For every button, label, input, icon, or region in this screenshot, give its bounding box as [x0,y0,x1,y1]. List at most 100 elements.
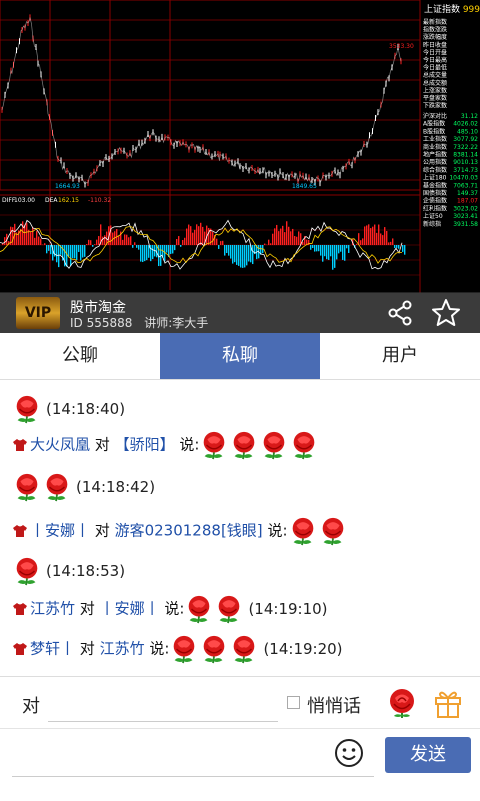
rose-icon [229,634,259,664]
macd-bar [30,231,31,245]
macd-bar [404,245,405,255]
low-label-2: 1849.65 [292,183,317,190]
to-word: 对 [95,522,110,540]
macd-bar [138,245,139,250]
rose-icon[interactable] [386,687,418,719]
macd-bar [136,245,137,248]
side-menu-item: 今日最低 [423,64,447,72]
macd-bar [280,229,281,245]
target-name[interactable]: 游客02301288[钱眼] [115,522,263,540]
sender-name[interactable]: 丨安娜丨 [30,522,90,540]
macd-bar [94,244,95,245]
macd-bar [70,245,71,266]
macd-bar [82,245,83,258]
macd-bar [274,228,275,245]
macd-bar [282,226,283,245]
recipient-input[interactable] [48,693,278,722]
target-name[interactable]: 丨安娜丨 [100,600,160,618]
macd-bar [186,229,187,245]
sender-name[interactable]: 江苏竹 [30,600,75,618]
side-menu-item: 平盘家数 [423,94,447,102]
say-word: 说: [164,600,184,618]
side-stat-label: 沪深对比 [423,112,447,120]
macd-bar [278,231,279,245]
macd-bar [222,241,223,245]
macd-bar [176,239,177,245]
macd-bar [220,241,221,245]
tab-private-chat[interactable]: 私聊 [160,333,320,379]
side-stat-value: 485.10 [457,128,478,135]
whisper-checkbox[interactable] [287,696,300,709]
side-menu-item: 今日最高 [423,56,447,64]
side-menu-item: 最新指数 [423,18,447,26]
macd-bar [184,238,185,245]
index-value: 999 [463,5,480,15]
macd-bar [336,245,337,259]
indicator-label: DEA [45,197,58,204]
side-stat-label: 新综指 [423,220,441,228]
macd-bar [128,237,129,245]
macd-bar [192,233,193,245]
sender-name[interactable]: 梦轩丨 [30,640,75,658]
macd-bar [252,245,253,264]
side-stat-value: 187.07 [457,198,478,205]
to-word: 对 [80,600,95,618]
macd-bar [104,235,105,245]
macd-bar [202,227,203,245]
target-name[interactable]: 【骄阳】 [115,436,175,454]
macd-bar [40,239,41,245]
room-id: ID 555888 [70,316,132,330]
target-name[interactable]: 江苏竹 [100,640,145,658]
macd-bar [224,245,225,256]
indicator-value: -110.32 [88,197,111,204]
macd-bar [234,245,235,262]
macd-bar [390,242,391,245]
macd-bar [334,245,335,268]
indicator-value: 103.00 [14,197,35,204]
macd-bar [378,225,379,245]
macd-bar [366,225,367,245]
sender-name[interactable]: 大火凤凰 [30,436,90,454]
macd-bar [170,245,171,254]
shirt-icon [12,524,28,538]
message-time: (14:19:20) [263,640,342,658]
macd-bar [58,245,59,267]
macd-bar [238,245,239,266]
stock-chart: 1664.931849.653533.30DIFF103.00DEA162.15… [0,0,480,293]
macd-bar [330,245,331,256]
send-button[interactable]: 发送 [385,737,471,773]
to-word: 对 [95,436,110,454]
macd-bar [324,245,325,256]
rose-icon [169,634,199,664]
macd-bar [270,243,271,245]
macd-bar [172,245,173,253]
macd-bar [194,230,195,245]
smiley-icon[interactable] [333,737,365,769]
chat-message-continued: (14:18:53) [12,556,125,586]
macd-bar [288,227,289,245]
macd-bar [216,239,217,245]
macd-bar [268,240,269,245]
macd-bar [402,245,403,252]
macd-bar [264,244,265,245]
side-stat-label: 公用指数 [423,158,447,166]
macd-bar [242,245,243,268]
macd-bar [348,245,349,253]
tab-public-chat[interactable]: 公聊 [0,333,160,379]
side-stat-label: 商业指数 [423,143,447,151]
macd-bar [196,224,197,245]
share-icon[interactable] [384,297,416,329]
side-stat-value: 3077.92 [453,136,478,143]
macd-bar [132,245,133,248]
macd-bar [22,221,23,245]
side-stat-value: 31.12 [461,113,478,120]
whisper-label[interactable]: 悄悄话 [307,692,361,718]
tab-users[interactable]: 用户 [320,333,480,379]
star-icon[interactable] [430,297,462,329]
chat-message: 江苏竹 对 丨安娜丨 说:(14:19:10) [12,594,328,624]
side-stat-value: 3023.02 [453,205,478,212]
side-menu-item: 下跌家数 [423,102,447,110]
gift-icon[interactable] [432,687,464,719]
message-input[interactable] [12,744,374,777]
macd-bar [228,245,229,256]
